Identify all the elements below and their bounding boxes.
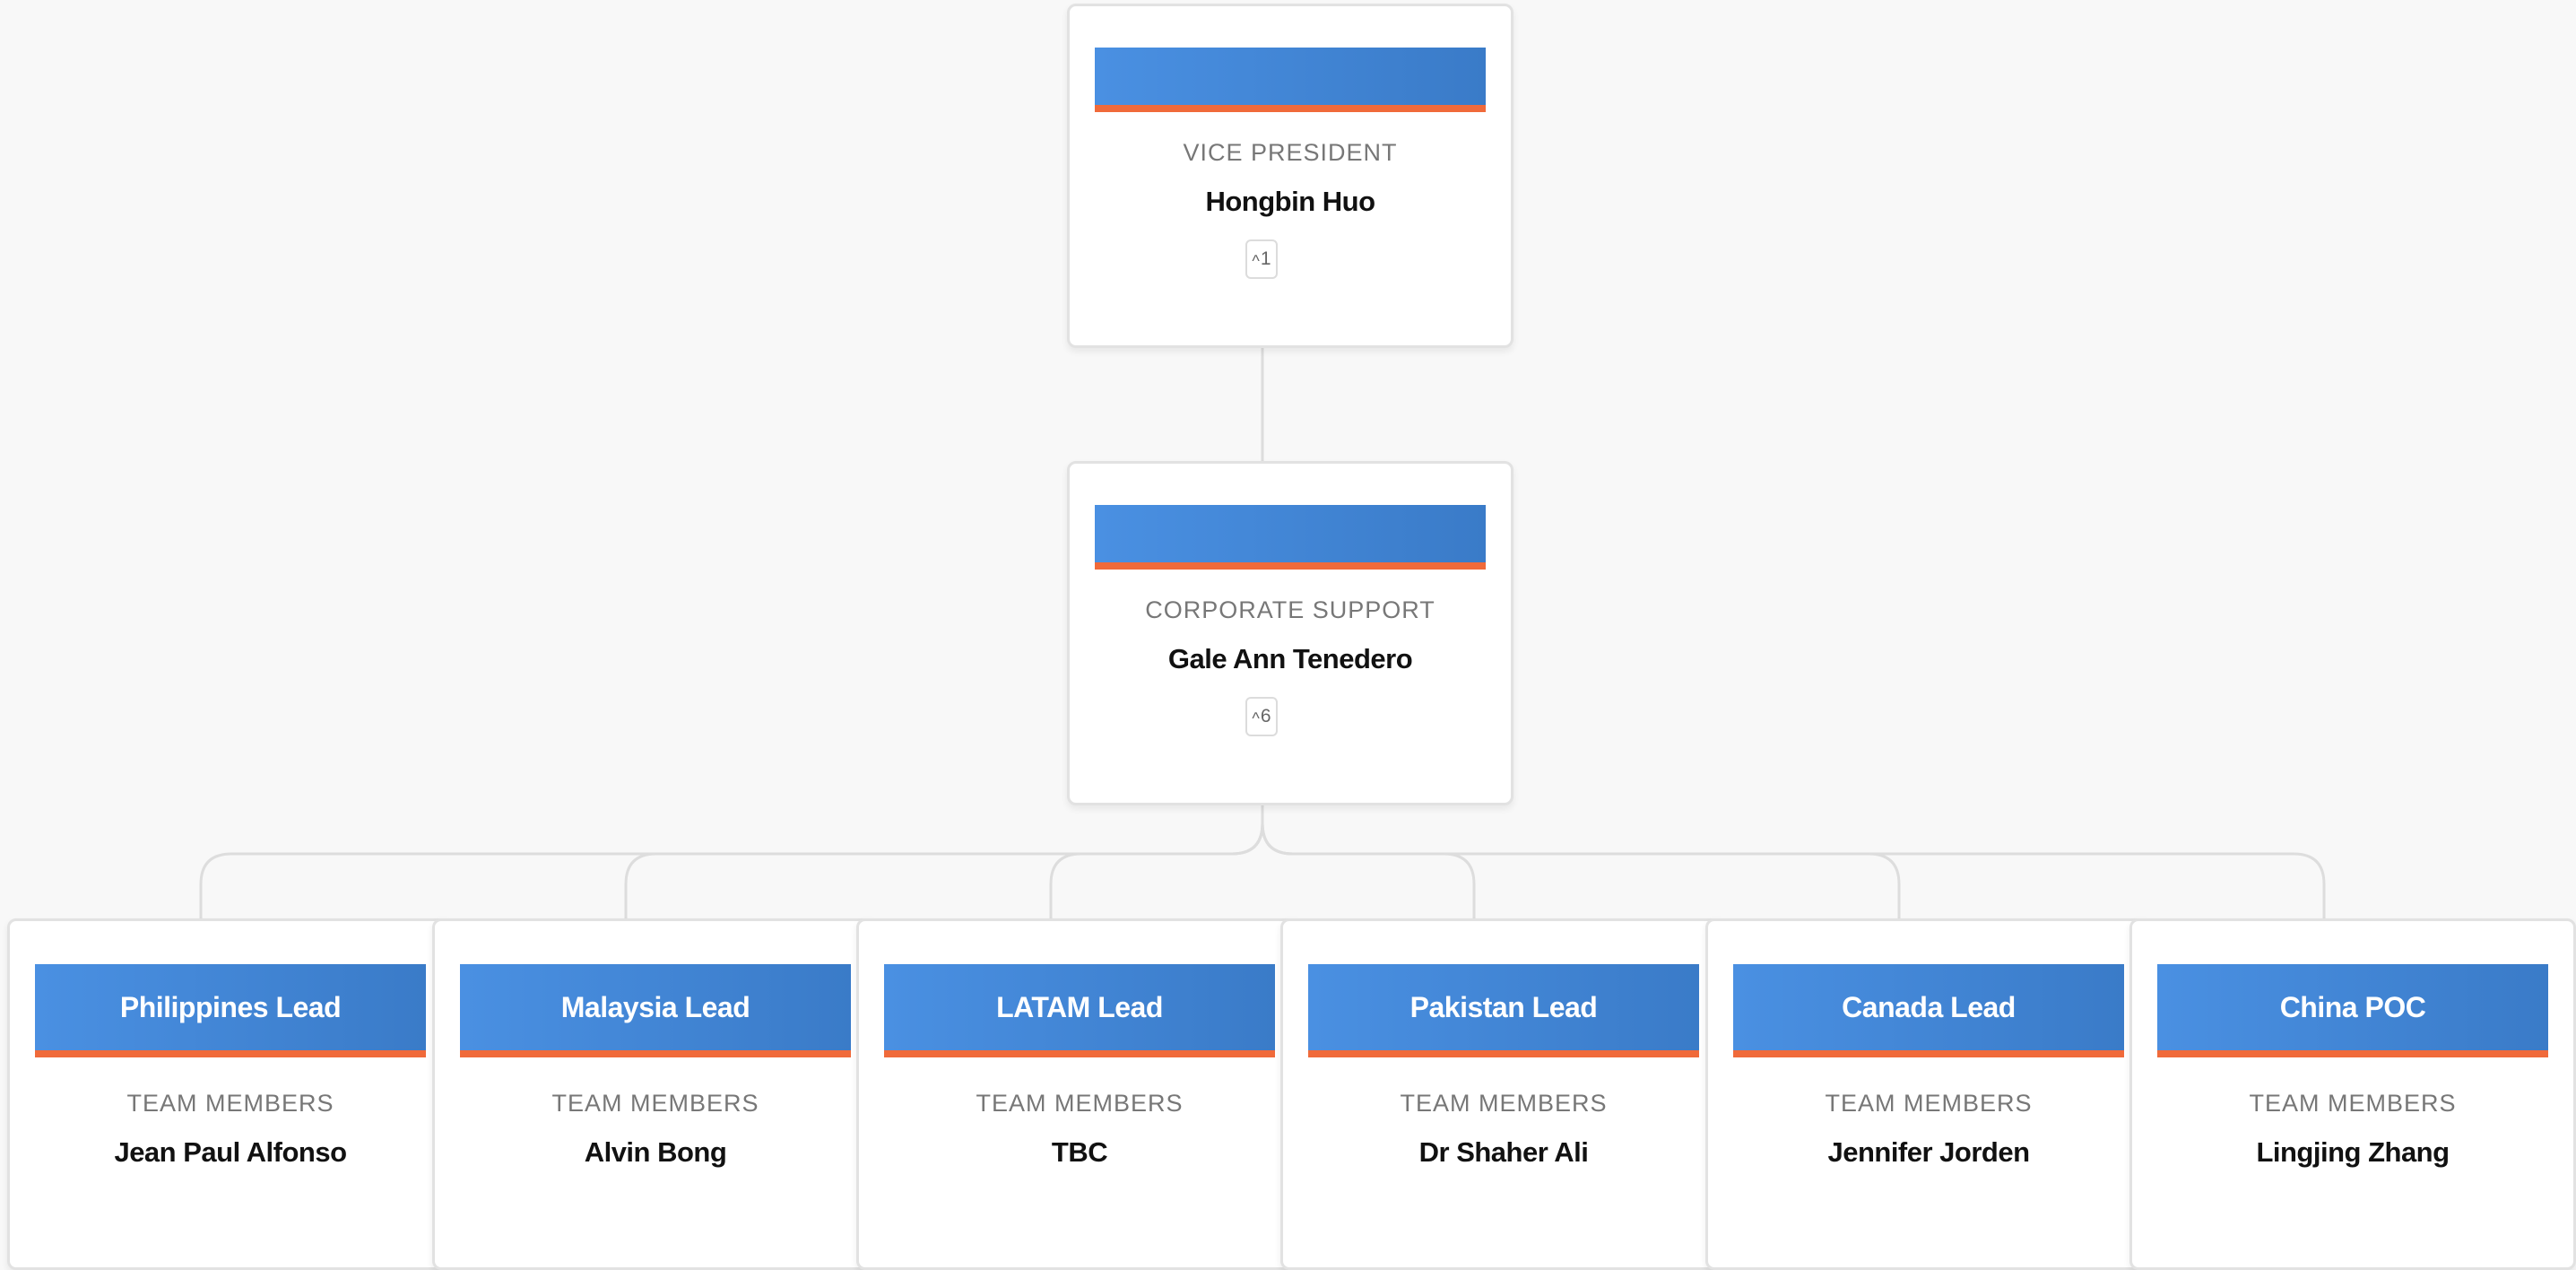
node-card-pakistan-lead[interactable]: Pakistan Lead TEAM MEMBERS Dr Shaher Ali [1280, 918, 1727, 1270]
connector-support-to-latam [1049, 805, 1264, 918]
connector-support-to-pakistan [1261, 805, 1476, 918]
chevron-up-icon: ^ [1252, 709, 1260, 727]
node-card-vice-president[interactable]: VICE PRESIDENT Hongbin Huo ^ 1 [1067, 4, 1514, 348]
collapse-toggle-button[interactable]: ^ 1 [1245, 239, 1278, 279]
node-card-china-poc[interactable]: China POC TEAM MEMBERS Lingjing Zhang [2129, 918, 2576, 1270]
connector-support-to-philippines [199, 805, 1264, 918]
node-name: Lingjing Zhang [2256, 1136, 2450, 1168]
node-banner: LATAM Lead [884, 964, 1275, 1057]
node-role: TEAM MEMBERS [976, 1090, 1184, 1117]
node-role: CORPORATE SUPPORT [1145, 596, 1435, 623]
node-name: Hongbin Huo [1205, 186, 1375, 217]
chevron-up-icon: ^ [1252, 251, 1260, 270]
node-banner: Philippines Lead [35, 964, 426, 1057]
node-title: China POC [2279, 990, 2426, 1023]
node-role: TEAM MEMBERS [551, 1090, 759, 1117]
connector-support-to-china [1261, 805, 2326, 918]
node-role: TEAM MEMBERS [2249, 1090, 2457, 1117]
node-role: TEAM MEMBERS [1400, 1090, 1608, 1117]
node-name: Dr Shaher Ali [1418, 1136, 1589, 1168]
node-card-philippines-lead[interactable]: Philippines Lead TEAM MEMBERS Jean Paul … [7, 918, 454, 1270]
node-name: Jean Paul Alfonso [114, 1136, 347, 1168]
node-card-corporate-support[interactable]: CORPORATE SUPPORT Gale Ann Tenedero ^ 6 [1067, 461, 1514, 805]
node-banner: Canada Lead [1733, 964, 2124, 1057]
node-role: VICE PRESIDENT [1183, 139, 1398, 166]
connector-support-to-canada [1261, 805, 1901, 918]
node-title: Pakistan Lead [1409, 990, 1598, 1023]
node-card-latam-lead[interactable]: LATAM Lead TEAM MEMBERS TBC [856, 918, 1303, 1270]
node-title: Canada Lead [1842, 990, 2016, 1023]
node-banner: Malaysia Lead [460, 964, 851, 1057]
node-title: Philippines Lead [119, 990, 342, 1023]
node-title: LATAM Lead [996, 990, 1163, 1023]
node-role: TEAM MEMBERS [1825, 1090, 2033, 1117]
node-banner: Pakistan Lead [1308, 964, 1699, 1057]
children-count: 1 [1260, 248, 1271, 269]
node-title: Malaysia Lead [560, 990, 750, 1023]
connector-support-to-malaysia [624, 805, 1264, 918]
children-count: 6 [1260, 706, 1271, 726]
collapse-toggle-button[interactable]: ^ 6 [1245, 697, 1278, 736]
node-role: TEAM MEMBERS [126, 1090, 334, 1117]
node-card-malaysia-lead[interactable]: Malaysia Lead TEAM MEMBERS Alvin Bong [432, 918, 879, 1270]
node-card-canada-lead[interactable]: Canada Lead TEAM MEMBERS Jennifer Jorden [1705, 918, 2152, 1270]
node-name: Gale Ann Tenedero [1167, 643, 1413, 674]
node-banner [1095, 48, 1486, 112]
node-name: Jennifer Jorden [1827, 1136, 2030, 1168]
node-banner: China POC [2157, 964, 2548, 1057]
node-name: Alvin Bong [584, 1136, 727, 1168]
node-banner [1095, 505, 1486, 570]
node-name: TBC [1051, 1136, 1108, 1168]
